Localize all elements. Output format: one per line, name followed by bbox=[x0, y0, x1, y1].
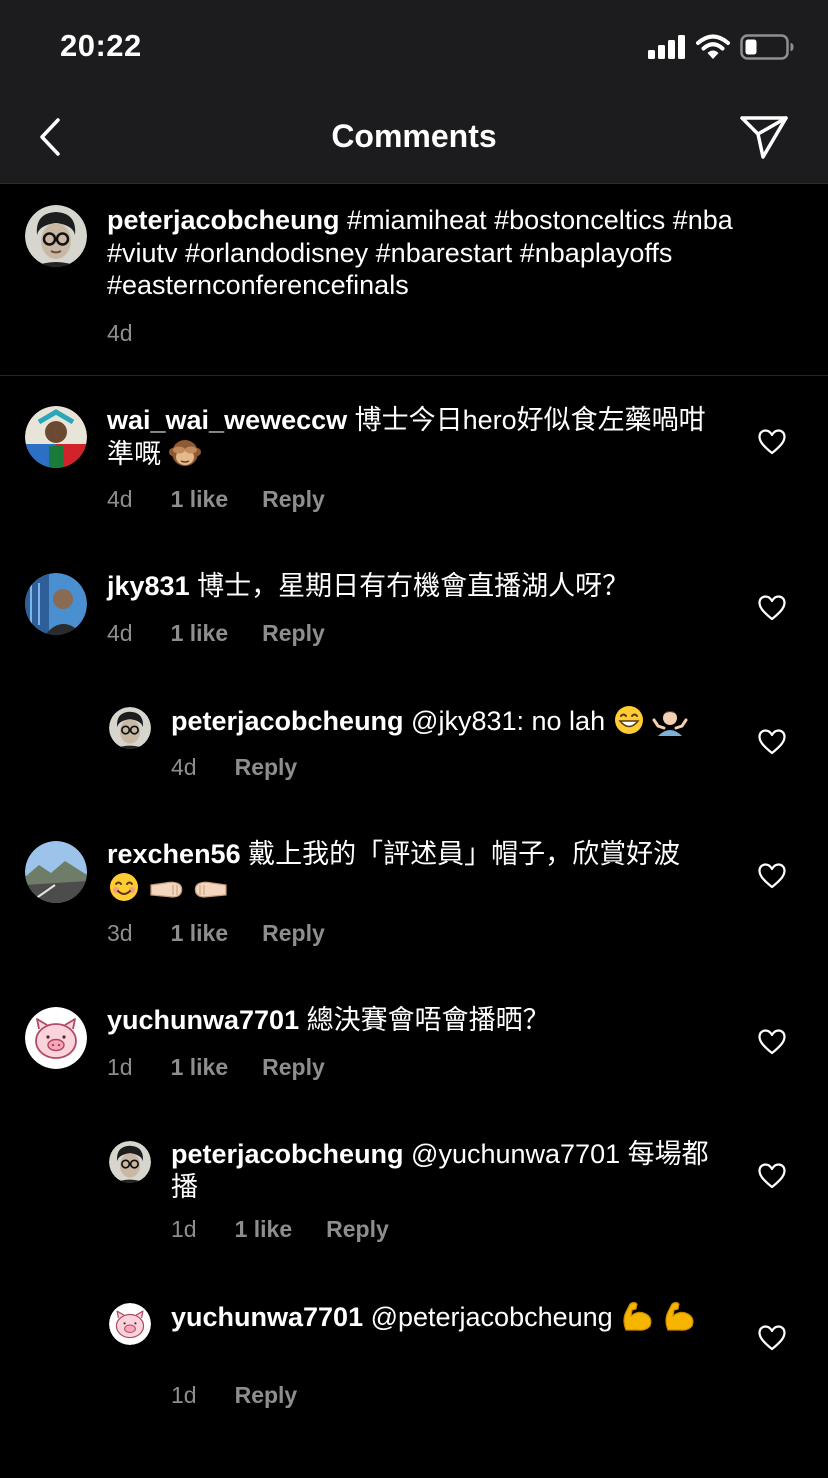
wifi-icon bbox=[696, 34, 730, 59]
avatar[interactable] bbox=[25, 1007, 87, 1069]
person-shrugging-icon bbox=[652, 711, 688, 736]
comment-text: jky831 博士，星期日有冇機會直播湖人呀？ bbox=[107, 571, 630, 601]
reply-button[interactable]: Reply bbox=[262, 486, 325, 513]
avatar[interactable] bbox=[25, 406, 87, 468]
comment-text: yuchunwa7701 總決賽會唔會播晒？ bbox=[107, 1005, 550, 1035]
caption-meta: 4d bbox=[107, 320, 171, 347]
comment-username[interactable]: rexchen56 bbox=[107, 839, 241, 869]
avatar[interactable] bbox=[109, 1141, 151, 1183]
comments-header: Comments bbox=[0, 92, 828, 184]
comment-username[interactable]: yuchunwa7701 bbox=[171, 1302, 363, 1332]
battery-icon bbox=[740, 34, 794, 60]
flexed-biceps-icon bbox=[665, 1301, 694, 1331]
reply-button[interactable]: Reply bbox=[262, 1054, 325, 1081]
comment-text: wai_wai_weweccw 博士今日hero好似食左藥喎咁準嘅 bbox=[107, 405, 706, 469]
comment-text: rexchen56 戴上我的「評述員」帽子，欣賞好波 bbox=[107, 838, 717, 904]
likes-count[interactable]: 1 like bbox=[171, 1054, 229, 1081]
caption-time: 4d bbox=[107, 320, 133, 346]
reply-text: yuchunwa7701 @peterjacobcheung bbox=[171, 1300, 716, 1334]
fist-bump-left-icon bbox=[149, 881, 182, 898]
reply-meta: 4d Reply bbox=[171, 754, 298, 781]
smiling-face-icon bbox=[110, 872, 138, 901]
avatar[interactable] bbox=[109, 1303, 151, 1345]
grinning-face-icon bbox=[614, 706, 643, 734]
heart-icon[interactable] bbox=[758, 729, 786, 755]
mention-link[interactable]: @jky831: bbox=[404, 706, 524, 736]
paper-plane-icon bbox=[740, 116, 788, 159]
see-no-evil-monkey-icon bbox=[168, 439, 201, 466]
likes-count[interactable]: 1 like bbox=[171, 486, 229, 513]
status-icons bbox=[648, 33, 794, 61]
reply-text: peterjacobcheung @yuchunwa7701 每場都播 bbox=[171, 1139, 709, 1202]
mention-link[interactable]: @yuchunwa7701 bbox=[404, 1139, 620, 1169]
avatar[interactable] bbox=[109, 707, 151, 749]
status-bar: 20:22 bbox=[0, 0, 828, 92]
comment-meta: 4d 1 like Reply bbox=[107, 620, 325, 647]
post-caption: peterjacobcheung #miamiheat #bostoncelti… bbox=[0, 184, 828, 376]
reply-button[interactable]: Reply bbox=[235, 1382, 298, 1409]
share-button[interactable] bbox=[738, 112, 790, 162]
heart-icon[interactable] bbox=[758, 429, 786, 455]
reply-text: peterjacobcheung @jky831: no lah bbox=[171, 704, 731, 738]
caption-username[interactable]: peterjacobcheung bbox=[107, 205, 340, 235]
likes-count[interactable]: 1 like bbox=[171, 920, 229, 947]
avatar[interactable] bbox=[25, 573, 87, 635]
heart-icon[interactable] bbox=[758, 863, 786, 889]
heart-icon[interactable] bbox=[758, 1029, 786, 1055]
heart-icon[interactable] bbox=[758, 1163, 786, 1189]
likes-count[interactable]: 1 like bbox=[171, 620, 229, 647]
reply-meta: 1d Reply bbox=[171, 1382, 298, 1409]
comment-meta: 1d 1 like Reply bbox=[107, 1054, 325, 1081]
comment-username[interactable]: jky831 bbox=[107, 571, 190, 601]
reply-button[interactable]: Reply bbox=[326, 1216, 389, 1243]
reply-meta: 1d 1 like Reply bbox=[171, 1216, 389, 1243]
caption-text: peterjacobcheung #miamiheat #bostoncelti… bbox=[107, 204, 797, 302]
comment-username[interactable]: peterjacobcheung bbox=[171, 1139, 404, 1169]
comment-meta: 4d 1 like Reply bbox=[107, 486, 325, 513]
comment-username[interactable]: yuchunwa7701 bbox=[107, 1005, 299, 1035]
comment-meta: 3d 1 like Reply bbox=[107, 920, 325, 947]
heart-icon[interactable] bbox=[758, 595, 786, 621]
cellular-signal-icon bbox=[648, 35, 685, 59]
mention-link[interactable]: @peterjacobcheung bbox=[363, 1302, 613, 1332]
page-title: Comments bbox=[331, 118, 497, 154]
heart-icon[interactable] bbox=[758, 1325, 786, 1351]
flexed-biceps-icon bbox=[623, 1301, 652, 1331]
reply-button[interactable]: Reply bbox=[262, 620, 325, 647]
reply-button[interactable]: Reply bbox=[262, 920, 325, 947]
avatar[interactable] bbox=[25, 841, 87, 903]
status-time: 20:22 bbox=[60, 28, 142, 63]
avatar[interactable] bbox=[25, 205, 87, 267]
reply-button[interactable]: Reply bbox=[235, 754, 298, 781]
comment-username[interactable]: wai_wai_weweccw bbox=[107, 405, 347, 435]
likes-count[interactable]: 1 like bbox=[235, 1216, 293, 1243]
fist-bump-right-icon bbox=[194, 881, 227, 898]
comment-username[interactable]: peterjacobcheung bbox=[171, 706, 404, 736]
